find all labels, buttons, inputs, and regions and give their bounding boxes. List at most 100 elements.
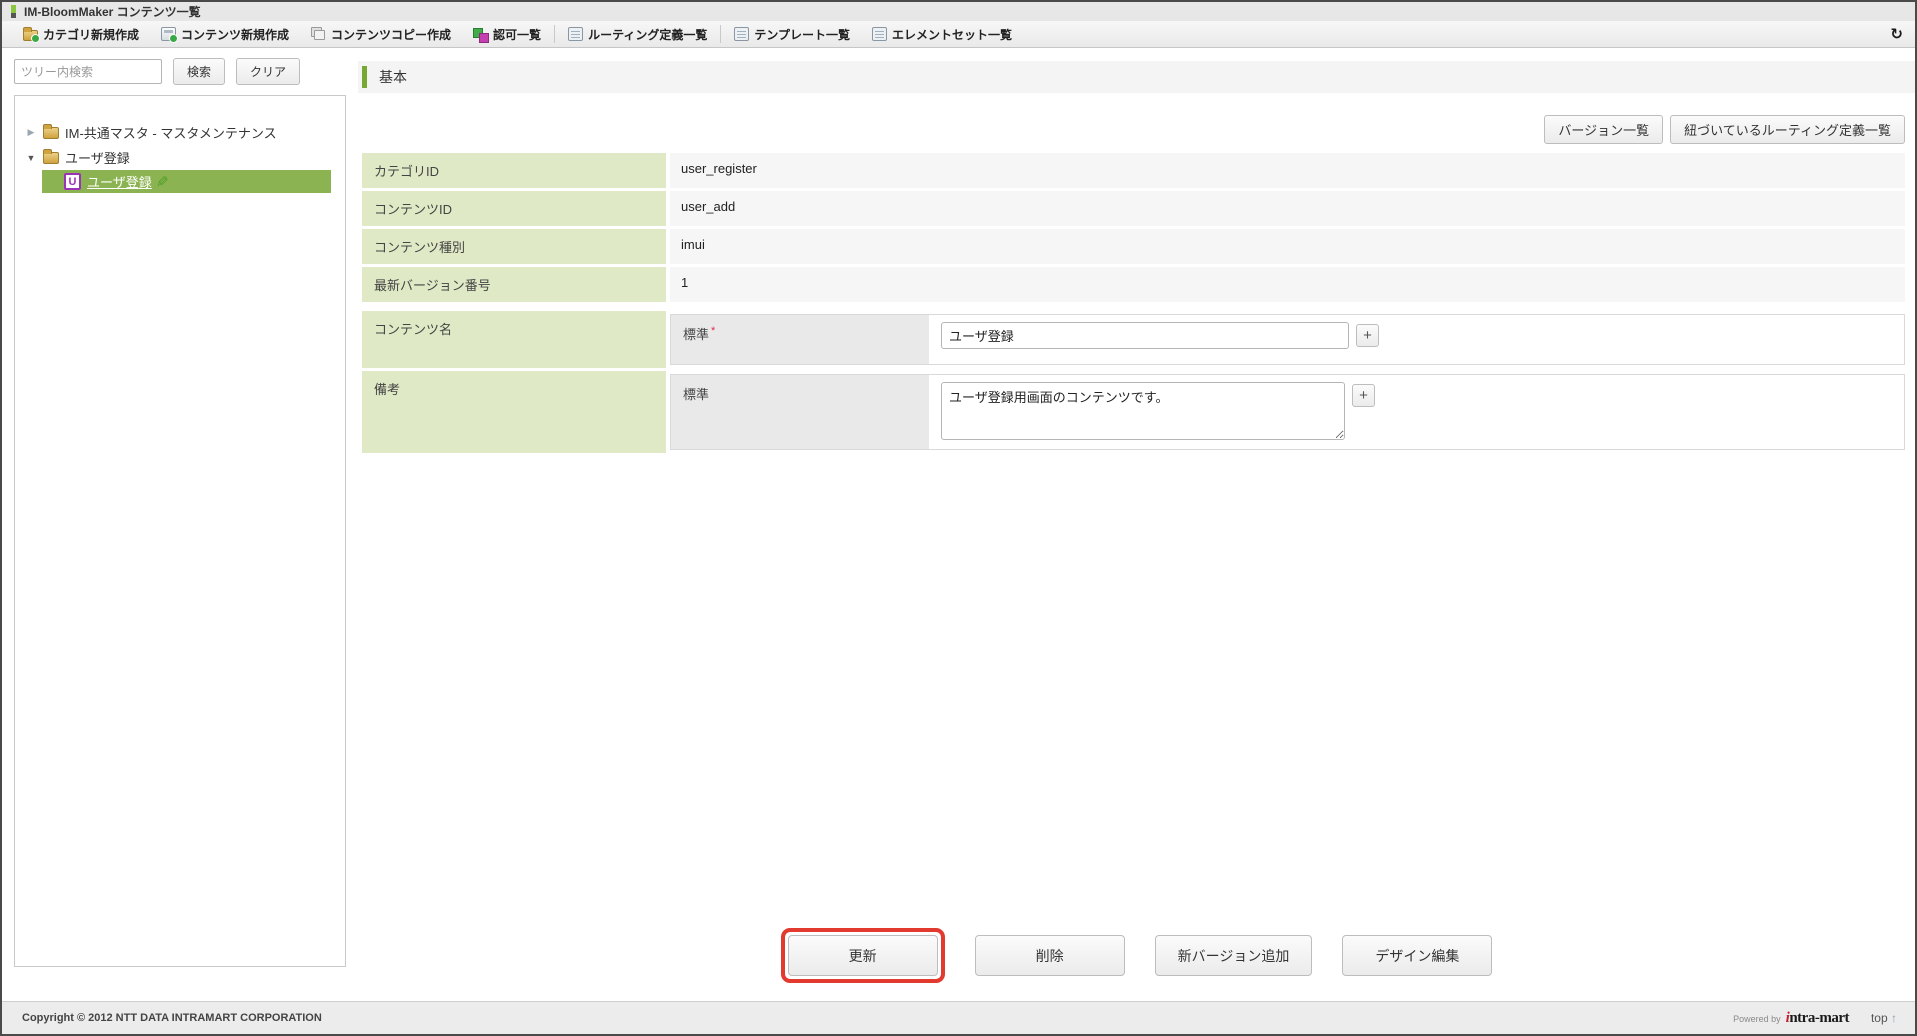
up-arrow-icon: ↑ (1891, 1011, 1897, 1025)
add-version-button[interactable]: 新バージョン追加 (1155, 935, 1313, 976)
toolbar: カテゴリ新規作成 コンテンツ新規作成 コンテンツコピー作成 認可一覧 ルーティン… (2, 21, 1915, 48)
add-locale-button[interactable]: + (1356, 324, 1379, 347)
content-area: 検索 クリア ▶ IM-共通マスタ - マスタメンテナンス ▼ ユーザ登録 U … (2, 48, 1915, 1001)
folder-add-icon (23, 30, 38, 41)
powered-by-label: Powered by (1733, 1014, 1781, 1024)
design-edit-button[interactable]: デザイン編集 (1342, 935, 1492, 976)
toolbar-item-label: コンテンツ新規作成 (181, 26, 289, 43)
copyright-text: Copyright © 2012 NTT DATA INTRAMART CORP… (22, 1012, 322, 1024)
field-value: user_add (670, 191, 1905, 226)
form-row-category-id: カテゴリID user_register (362, 153, 1905, 188)
toolbar-item-elementset-list[interactable]: エレメントセット一覧 (861, 21, 1023, 47)
list-icon (734, 27, 749, 41)
version-list-button[interactable]: バージョン一覧 (1544, 115, 1663, 144)
field-value: imui (670, 229, 1905, 264)
list-icon (872, 27, 887, 41)
delete-button[interactable]: 削除 (975, 935, 1125, 976)
field-label: カテゴリID (362, 153, 666, 188)
title-bar: IM-BloomMaker コンテンツ一覧 (2, 2, 1915, 21)
sidebar: 検索 クリア ▶ IM-共通マスタ - マスタメンテナンス ▼ ユーザ登録 U … (2, 48, 358, 1001)
intra-mart-logo: intra-mart (1786, 1010, 1849, 1027)
toolbar-item-label: コンテンツコピー作成 (331, 26, 451, 43)
toolbar-item-routing-list[interactable]: ルーティング定義一覧 (557, 21, 718, 47)
search-button[interactable]: 検索 (173, 58, 225, 85)
locale-label: 標準 (671, 375, 929, 449)
page-title: IM-BloomMaker コンテンツ一覧 (24, 3, 201, 20)
form-row-content-id: コンテンツID user_add (362, 191, 1905, 226)
tree-node-link[interactable]: ユーザ登録 (87, 172, 152, 191)
footer-right: Powered by intra-mart top ↑ (1733, 1010, 1897, 1027)
tree-node-user-register-content-selected[interactable]: U ユーザ登録 ✎ (42, 170, 331, 193)
clear-button[interactable]: クリア (236, 58, 300, 85)
field-control: + (929, 315, 1904, 364)
toolbar-item-label: テンプレート一覧 (754, 26, 850, 43)
field-label: 最新バージョン番号 (362, 267, 666, 302)
refresh-icon[interactable]: ↻ (1890, 27, 1903, 42)
tree-search-row: 検索 クリア (14, 58, 346, 85)
form-row-latest-version: 最新バージョン番号 1 (362, 267, 1905, 302)
chevron-down-icon[interactable]: ▼ (25, 153, 37, 163)
tree-search-input[interactable] (14, 59, 162, 84)
section-header: 基本 (358, 61, 1915, 93)
copy-icon (311, 27, 326, 41)
authorization-cubes-icon (473, 27, 488, 41)
locale-label-text: 標準 (683, 327, 709, 342)
toolbar-item-label: 認可一覧 (493, 26, 541, 43)
tree-node-user-register-category[interactable]: ▼ ユーザ登録 (15, 145, 345, 170)
content-add-icon (161, 27, 176, 41)
form-row-remarks: 備考 標準 ユーザ登録用画面のコンテンツです。 + (362, 371, 1905, 453)
linked-routing-list-button[interactable]: 紐づいているルーティング定義一覧 (1670, 115, 1905, 144)
nested-field: 標準 ユーザ登録用画面のコンテンツです。 + (670, 374, 1905, 450)
top-link-label: top (1871, 1011, 1888, 1025)
chevron-right-icon[interactable]: ▶ (25, 127, 37, 138)
toolbar-item-copy-content[interactable]: コンテンツコピー作成 (300, 21, 462, 47)
field-control: ユーザ登録用画面のコンテンツです。 + (929, 375, 1904, 449)
nested-field-wrap: 標準 ユーザ登録用画面のコンテンツです。 + (670, 371, 1905, 453)
locale-label: 標準* (671, 315, 929, 364)
remarks-textarea[interactable]: ユーザ登録用画面のコンテンツです。 (941, 382, 1345, 440)
imui-content-type-icon: U (64, 173, 81, 190)
toolbar-item-create-content[interactable]: コンテンツ新規作成 (150, 21, 300, 47)
field-label: コンテンツ種別 (362, 229, 666, 264)
form-row-content-name: コンテンツ名 標準* + (362, 311, 1905, 368)
page-marker-icon (11, 5, 16, 18)
nested-field: 標準* + (670, 314, 1905, 365)
toolbar-item-create-category[interactable]: カテゴリ新規作成 (12, 21, 150, 47)
field-value: 1 (670, 267, 1905, 302)
toolbar-item-label: カテゴリ新規作成 (43, 26, 139, 43)
update-button[interactable]: 更新 (788, 935, 938, 976)
required-mark: * (711, 325, 715, 337)
annotation-highlight-box: 更新 (781, 928, 945, 983)
field-label: 備考 (362, 371, 666, 453)
back-to-top-link[interactable]: top ↑ (1871, 1011, 1897, 1025)
main-body: バージョン一覧 紐づいているルーティング定義一覧 カテゴリID user_reg… (358, 93, 1915, 1001)
toolbar-separator (554, 25, 555, 43)
folder-icon (43, 127, 59, 139)
tree-node-label: ユーザ登録 (65, 148, 130, 167)
top-actions: バージョン一覧 紐づいているルーティング定義一覧 (362, 115, 1905, 144)
content-name-input[interactable] (941, 322, 1349, 349)
list-icon (568, 27, 583, 41)
bottom-actions: 更新 削除 新バージョン追加 デザイン編集 (358, 928, 1915, 983)
nested-field-wrap: 標準* + (670, 311, 1905, 368)
app-window: IM-BloomMaker コンテンツ一覧 カテゴリ新規作成 コンテンツ新規作成… (0, 0, 1917, 1036)
form-row-content-type: コンテンツ種別 imui (362, 229, 1905, 264)
folder-icon (43, 152, 59, 164)
tree-node-label: IM-共通マスタ - マスタメンテナンス (65, 123, 277, 142)
main-panel: 基本 バージョン一覧 紐づいているルーティング定義一覧 カテゴリID user_… (358, 48, 1915, 1001)
powered-by: Powered by intra-mart (1733, 1010, 1849, 1027)
toolbar-separator (720, 25, 721, 43)
toolbar-item-label: エレメントセット一覧 (892, 26, 1012, 43)
field-label: コンテンツ名 (362, 311, 666, 368)
category-tree: ▶ IM-共通マスタ - マスタメンテナンス ▼ ユーザ登録 U ユーザ登録 ✎ (14, 95, 346, 967)
toolbar-item-label: ルーティング定義一覧 (588, 26, 707, 43)
section-accent-bar (362, 66, 367, 88)
pencil-edit-icon: ✎ (156, 173, 169, 191)
toolbar-item-authorization-list[interactable]: 認可一覧 (462, 21, 552, 47)
tree-node-master-maintenance[interactable]: ▶ IM-共通マスタ - マスタメンテナンス (15, 120, 345, 145)
add-locale-button[interactable]: + (1352, 384, 1375, 407)
field-value: user_register (670, 153, 1905, 188)
field-label: コンテンツID (362, 191, 666, 226)
toolbar-item-template-list[interactable]: テンプレート一覧 (723, 21, 861, 47)
section-title: 基本 (379, 67, 407, 87)
